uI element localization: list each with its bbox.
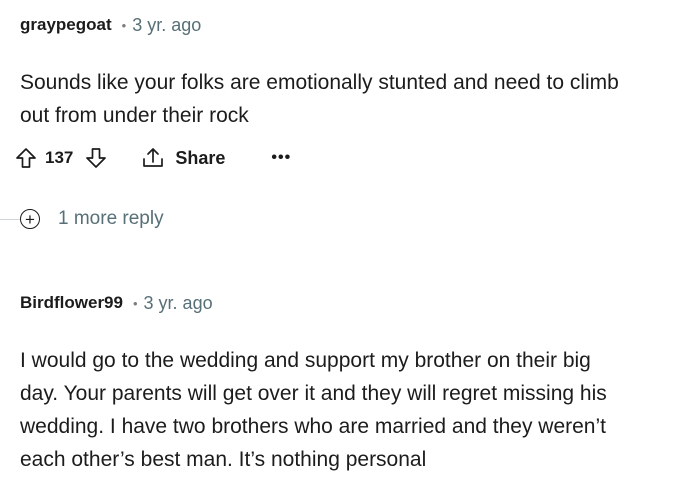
share-button[interactable]: Share bbox=[141, 146, 225, 170]
thread-line bbox=[0, 219, 20, 220]
more-options-button[interactable]: ••• bbox=[271, 149, 291, 167]
downvote-button[interactable] bbox=[85, 147, 107, 169]
comment-body-line: each other’s best man. It’s nothing pers… bbox=[20, 448, 427, 471]
comment-body-line: wedding. I have two brothers who are mar… bbox=[20, 415, 606, 438]
downvote-icon bbox=[86, 148, 107, 168]
comment-body-line: I would go to the wedding and support my… bbox=[20, 349, 591, 372]
comment-meta: Birdflower99 • 3 yr. ago bbox=[20, 293, 213, 313]
upvote-button[interactable] bbox=[15, 147, 37, 169]
meta-separator: • bbox=[132, 295, 138, 311]
more-replies-link[interactable]: 1 more reply bbox=[58, 208, 164, 230]
vote-score: 137 bbox=[45, 148, 74, 167]
upvote-icon bbox=[16, 148, 36, 168]
comment-body-line: Sounds like your folks are emotionally s… bbox=[20, 71, 619, 94]
meta-separator: • bbox=[121, 17, 127, 33]
comment-meta: graypegoat • 3 yr. ago bbox=[20, 15, 201, 35]
more-replies-row[interactable]: + 1 more reply bbox=[0, 205, 300, 235]
share-label: Share bbox=[175, 147, 226, 168]
comment-author[interactable]: graypegoat bbox=[20, 15, 112, 35]
comment-timestamp[interactable]: 3 yr. ago bbox=[132, 15, 201, 36]
comment-body-line: day. Your parents will get over it and t… bbox=[20, 382, 607, 405]
comment-timestamp[interactable]: 3 yr. ago bbox=[144, 293, 213, 314]
comment-body: I would go to the wedding and support my… bbox=[20, 344, 690, 476]
comment-actions: 137 Share ••• bbox=[15, 143, 291, 173]
comment-body: Sounds like your folks are emotionally s… bbox=[20, 66, 690, 132]
share-icon bbox=[143, 148, 164, 167]
plus-circle-icon[interactable]: + bbox=[20, 209, 40, 229]
comment-body-line: out from under their rock bbox=[20, 104, 249, 127]
comment-author[interactable]: Birdflower99 bbox=[20, 293, 123, 313]
